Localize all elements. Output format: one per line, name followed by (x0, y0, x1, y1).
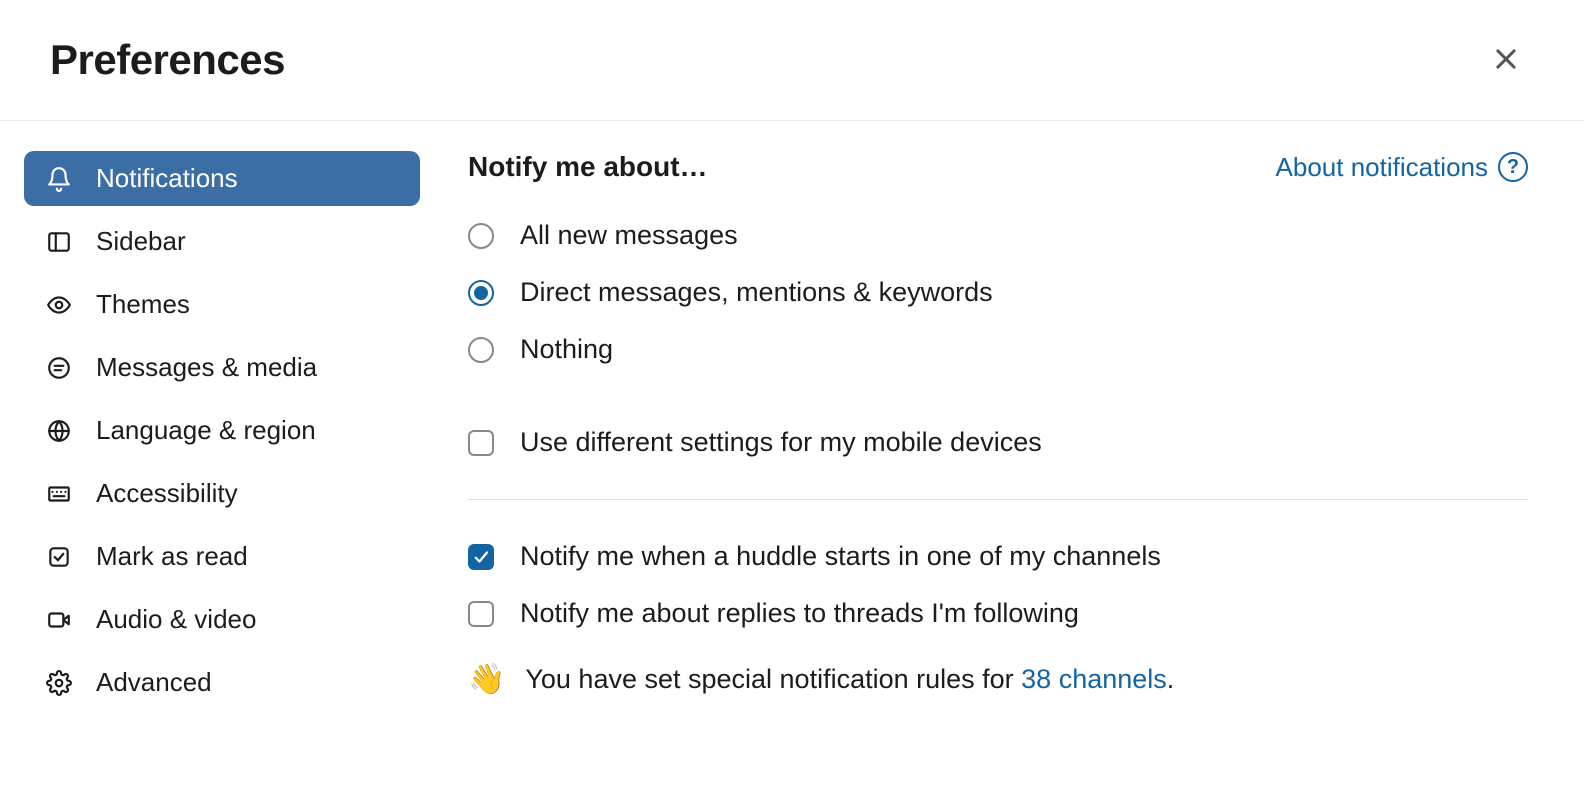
sidebar-item-audio-video[interactable]: Audio & video (24, 592, 420, 647)
globe-icon (44, 416, 74, 446)
radio-label: All new messages (520, 220, 738, 251)
checkbox-label: Notify me about replies to threads I'm f… (520, 598, 1079, 629)
chat-icon (44, 353, 74, 383)
close-button[interactable] (1484, 37, 1528, 84)
close-icon (1492, 45, 1520, 76)
sidebar-item-label: Language & region (96, 415, 316, 446)
keyboard-icon (44, 479, 74, 509)
sidebar-item-mark-as-read[interactable]: Mark as read (24, 529, 420, 584)
sidebar-item-label: Themes (96, 289, 190, 320)
help-icon: ? (1498, 152, 1528, 182)
wave-icon: 👋 (468, 662, 505, 697)
sidebar-item-label: Accessibility (96, 478, 238, 509)
checkbox-huddle-notify[interactable]: Notify me when a huddle starts in one of… (468, 528, 1528, 585)
sidebar-item-messages-media[interactable]: Messages & media (24, 340, 420, 395)
checkbox-icon (468, 544, 494, 570)
sidebar-item-sidebar[interactable]: Sidebar (24, 214, 420, 269)
sidebar-item-label: Mark as read (96, 541, 248, 572)
sidebar-item-label: Notifications (96, 163, 238, 194)
about-notifications-link[interactable]: About notifications ? (1276, 152, 1528, 183)
sidebar-item-language-region[interactable]: Language & region (24, 403, 420, 458)
special-rules-prefix: You have set special notification rules … (525, 664, 1021, 694)
radio-option-dm-mentions[interactable]: Direct messages, mentions & keywords (468, 264, 1528, 321)
checkbox-icon (468, 601, 494, 627)
special-rules-suffix: . (1167, 664, 1175, 694)
section-title: Notify me about… (468, 151, 708, 183)
gear-icon (44, 668, 74, 698)
checkbox-label: Use different settings for my mobile dev… (520, 427, 1042, 458)
sidebar-item-notifications[interactable]: Notifications (24, 151, 420, 206)
radio-icon (468, 280, 494, 306)
checkbox-mobile-settings[interactable]: Use different settings for my mobile dev… (468, 414, 1528, 471)
sidebar-item-advanced[interactable]: Advanced (24, 655, 420, 710)
special-rules-note: 👋 You have set special notification rule… (468, 642, 1528, 697)
divider (468, 499, 1528, 500)
checkbox-icon (468, 430, 494, 456)
layout-icon (44, 227, 74, 257)
radio-label: Nothing (520, 334, 613, 365)
about-link-label: About notifications (1276, 152, 1488, 183)
header: Preferences (0, 0, 1584, 121)
sidebar-item-accessibility[interactable]: Accessibility (24, 466, 420, 521)
sidebar-item-label: Audio & video (96, 604, 256, 635)
page-title: Preferences (50, 36, 285, 84)
check-square-icon (44, 542, 74, 572)
special-rules-link[interactable]: 38 channels (1021, 664, 1167, 694)
radio-label: Direct messages, mentions & keywords (520, 277, 993, 308)
sidebar-item-label: Advanced (96, 667, 212, 698)
video-icon (44, 605, 74, 635)
radio-icon (468, 223, 494, 249)
radio-option-all-messages[interactable]: All new messages (468, 207, 1528, 264)
radio-icon (468, 337, 494, 363)
checkbox-thread-replies[interactable]: Notify me about replies to threads I'm f… (468, 585, 1528, 642)
sidebar-item-label: Messages & media (96, 352, 317, 383)
sidebar-item-label: Sidebar (96, 226, 186, 257)
bell-icon (44, 164, 74, 194)
checkbox-label: Notify me when a huddle starts in one of… (520, 541, 1161, 572)
sidebar-item-themes[interactable]: Themes (24, 277, 420, 332)
content: Notify me about… About notifications ? A… (420, 151, 1584, 710)
sidebar: Notifications Sidebar Themes Messages & … (0, 151, 420, 710)
radio-option-nothing[interactable]: Nothing (468, 321, 1528, 378)
eye-icon (44, 290, 74, 320)
